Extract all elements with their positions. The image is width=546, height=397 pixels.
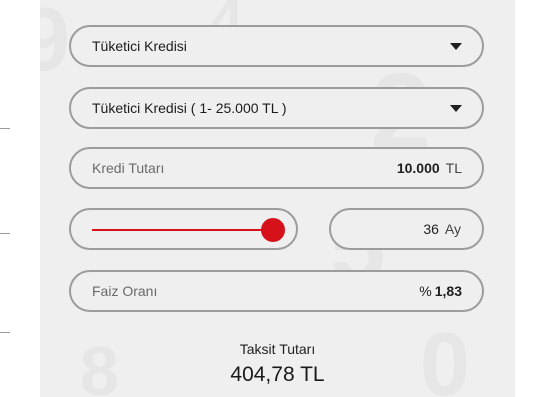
interest-rate-value: 1,83 bbox=[434, 283, 462, 299]
credit-amount-field[interactable]: Kredi Tutarı 10.000 TL bbox=[69, 147, 484, 189]
credit-type-value: Tüketici Kredisi bbox=[92, 38, 187, 54]
term-slider[interactable] bbox=[69, 208, 298, 250]
term-field[interactable]: 36 Ay bbox=[329, 208, 484, 250]
term-value[interactable]: 36 bbox=[423, 221, 439, 237]
term-unit: Ay bbox=[444, 221, 461, 237]
installment-label: Taksit Tutarı bbox=[239, 341, 316, 357]
interest-rate-field: Faiz Oranı % 1,83 bbox=[69, 270, 484, 312]
svg-text:9: 9 bbox=[40, 0, 70, 90]
chevron-down-icon bbox=[450, 105, 462, 112]
credit-amount-label: Kredi Tutarı bbox=[92, 160, 165, 176]
credit-amount-unit: TL bbox=[445, 160, 462, 176]
term-slider-track[interactable] bbox=[92, 229, 274, 231]
credit-type-select[interactable]: Tüketici Kredisi bbox=[69, 25, 484, 67]
credit-range-select[interactable]: Tüketici Kredisi ( 1- 25.000 TL ) bbox=[69, 87, 484, 129]
installment-amount: 404,78 TL bbox=[230, 363, 325, 386]
term-slider-thumb[interactable] bbox=[261, 218, 285, 242]
credit-amount-value[interactable]: 10.000 bbox=[397, 160, 440, 176]
side-tick-3 bbox=[0, 332, 10, 333]
side-tick-1 bbox=[0, 128, 10, 129]
side-tick-2 bbox=[0, 233, 10, 234]
loan-calculator-panel: 9 2 5 8 0 4 Tüketici Kredisi Tüketici Kr… bbox=[40, 0, 515, 397]
interest-rate-label: Faiz Oranı bbox=[92, 283, 158, 299]
chevron-down-icon bbox=[450, 43, 462, 50]
interest-rate-prefix: % bbox=[419, 283, 432, 299]
credit-range-value: Tüketici Kredisi ( 1- 25.000 TL ) bbox=[92, 100, 287, 116]
